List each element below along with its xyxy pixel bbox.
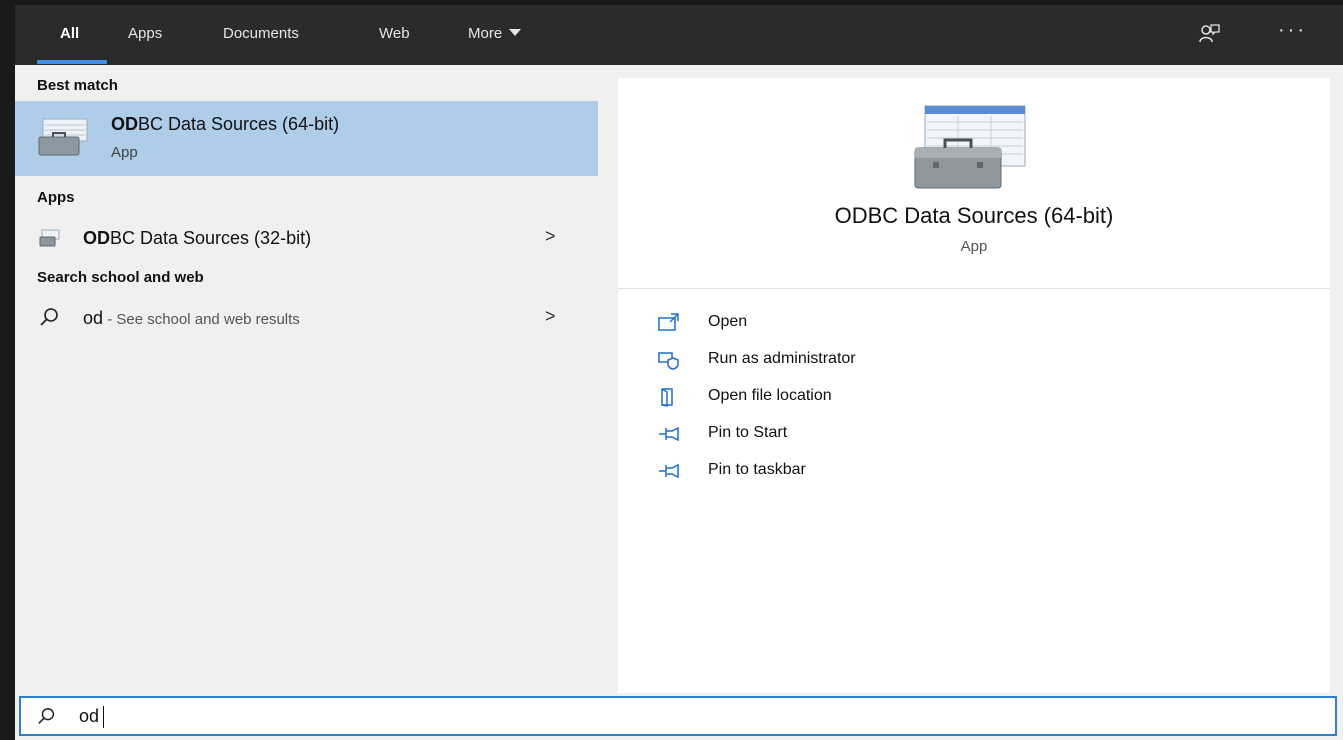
tab-apps[interactable]: Apps: [128, 25, 162, 42]
app-result-title: ODBC Data Sources (32-bit): [83, 228, 312, 248]
results-panel: Best match ODBC Data Sources (64-bit) Ap…: [15, 65, 613, 693]
pin-to-taskbar-action[interactable]: Pin to taskbar: [658, 459, 1058, 485]
text-cursor: [103, 706, 104, 728]
web-result-item[interactable]: od - See school and web results >: [15, 300, 598, 336]
web-result-text: od - See school and web results: [83, 308, 300, 328]
folder-icon: [661, 388, 673, 407]
best-match-title: ODBC Data Sources (64-bit): [111, 114, 340, 134]
open-icon: [658, 313, 679, 331]
web-search-header: Search school and web: [37, 269, 204, 286]
search-icon: [40, 308, 58, 326]
feedback-icon[interactable]: [1198, 23, 1220, 45]
apps-header: Apps: [37, 189, 75, 206]
database-toolbox-icon: [39, 229, 60, 247]
best-match-item[interactable]: ODBC Data Sources (64-bit) App: [15, 101, 598, 176]
tab-more-label: More: [468, 25, 503, 42]
database-toolbox-icon: [38, 118, 88, 156]
caret-down-icon: [509, 29, 522, 36]
active-tab-indicator: [37, 60, 107, 64]
database-toolbox-icon: [914, 105, 1026, 189]
app-preview: ODBC Data Sources (64-bit) App: [618, 78, 1330, 288]
open-label: Open: [708, 313, 748, 330]
open-action[interactable]: Open: [658, 311, 1058, 337]
app-result-item[interactable]: ODBC Data Sources (32-bit) >: [15, 220, 598, 256]
pin-to-start-action[interactable]: Pin to Start: [658, 422, 1058, 448]
preview-title: ODBC Data Sources (64-bit): [834, 203, 1114, 228]
search-window: All Apps Documents Web More ··· Best mat…: [15, 5, 1343, 740]
pin-icon: [659, 463, 679, 479]
more-options-icon[interactable]: ···: [1278, 19, 1307, 42]
chevron-right-icon[interactable]: >: [545, 306, 556, 327]
shield-icon: [658, 352, 679, 370]
search-input[interactable]: [79, 703, 879, 729]
preview-type: App: [960, 238, 988, 255]
open-file-location-action[interactable]: Open file location: [658, 385, 1058, 411]
best-match-header: Best match: [37, 77, 118, 94]
tab-documents[interactable]: Documents: [223, 25, 299, 42]
search-icon: [38, 708, 55, 724]
search-bar[interactable]: [19, 696, 1337, 736]
open-file-location-label: Open file location: [708, 387, 832, 404]
preview-panel: ODBC Data Sources (64-bit) App Open Run …: [618, 78, 1330, 693]
chevron-right-icon[interactable]: >: [545, 226, 556, 247]
tab-more[interactable]: More: [468, 25, 522, 42]
run-as-admin-action[interactable]: Run as administrator: [658, 348, 1058, 374]
search-tabs-bar: All Apps Documents Web More ···: [15, 5, 1343, 65]
pin-to-taskbar-label: Pin to taskbar: [708, 461, 806, 478]
run-as-admin-label: Run as administrator: [708, 350, 856, 367]
pin-to-start-label: Pin to Start: [708, 424, 788, 441]
divider: [618, 288, 1330, 289]
best-match-type: App: [111, 144, 138, 161]
pin-icon: [659, 426, 679, 442]
tab-web[interactable]: Web: [379, 25, 410, 42]
tab-all[interactable]: All: [60, 25, 79, 42]
